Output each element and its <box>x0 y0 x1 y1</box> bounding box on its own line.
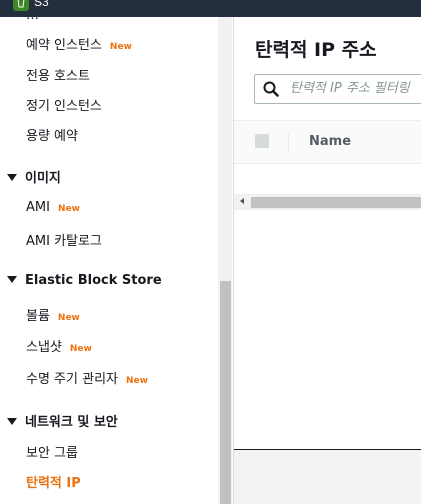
top-navigation-bar: S3 <box>0 0 421 17</box>
page-title: 탄력적 IP 주소 <box>255 39 377 61</box>
scroll-left-arrow-icon[interactable] <box>240 198 244 204</box>
filter-search-box[interactable] <box>254 74 421 104</box>
new-badge: New <box>57 204 80 214</box>
sidebar-item-clipped: … <box>26 17 39 23</box>
sidebar-item-label: 보안 그룹 <box>26 446 78 461</box>
section-network-security[interactable]: 네트워크 및 보안 <box>7 411 118 430</box>
sidebar-item-elastic-ips[interactable]: 탄력적 IP <box>26 472 81 491</box>
caret-down-icon <box>7 418 17 425</box>
section-title: 네트워크 및 보안 <box>25 415 118 430</box>
sidebar-item-label: 용량 예약 <box>26 129 78 144</box>
sidebar-item-reserved-instances[interactable]: 예약 인스턴스 New <box>26 34 132 53</box>
select-all-checkbox[interactable] <box>255 134 269 148</box>
search-input[interactable] <box>290 81 421 96</box>
sidebar-item-label: 예약 인스턴스 <box>26 38 102 53</box>
sidebar-item-security-groups[interactable]: 보안 그룹 <box>26 442 78 461</box>
sidebar-item-capacity-reservations[interactable]: 용량 예약 <box>26 125 78 144</box>
sidebar-item-volumes[interactable]: 볼륨 New <box>26 305 80 324</box>
sidebar-item-label: AMI <box>26 200 50 215</box>
sidebar-item-scheduled-instances[interactable]: 정기 인스턴스 <box>26 95 102 114</box>
section-images[interactable]: 이미지 <box>7 167 61 186</box>
new-badge: New <box>57 313 80 323</box>
content-bottom-border <box>234 449 421 450</box>
section-title: Elastic Block Store <box>25 273 162 288</box>
sidebar-item-label: 정기 인스턴스 <box>26 99 102 114</box>
horizontal-scrollbar-thumb[interactable] <box>251 197 421 208</box>
sidebar-item-label: 탄력적 IP <box>26 476 81 491</box>
table-body <box>234 164 421 194</box>
service-shortcut-label[interactable]: S3 <box>34 0 49 9</box>
sidebar-item-label: 수명 주기 관리자 <box>26 372 118 387</box>
sidebar-item-lifecycle-manager[interactable]: 수명 주기 관리자 New <box>26 368 148 387</box>
sidebar-item-label: 전용 호스트 <box>26 69 90 84</box>
caret-down-icon <box>7 276 17 283</box>
sidebar-item-label: AMI 카탈로그 <box>26 234 102 249</box>
column-divider <box>288 132 289 152</box>
sidebar-scrollbar-thumb[interactable] <box>220 281 231 504</box>
sidebar-item-snapshots[interactable]: 스냅샷 New <box>26 336 92 355</box>
sidebar-item-ami-catalog[interactable]: AMI 카탈로그 <box>26 230 102 249</box>
s3-service-icon[interactable] <box>13 0 29 11</box>
sidebar-item-ami[interactable]: AMI New <box>26 200 80 215</box>
sidebar-item-label: 스냅샷 <box>26 340 62 355</box>
section-title: 이미지 <box>25 171 61 186</box>
column-header-name[interactable]: Name <box>309 134 351 149</box>
new-badge: New <box>69 344 92 354</box>
new-badge: New <box>109 42 132 52</box>
sidebar-item-label: 볼륨 <box>26 309 50 324</box>
section-elastic-block-store[interactable]: Elastic Block Store <box>7 273 162 288</box>
new-badge: New <box>126 376 148 386</box>
sidebar-item-dedicated-hosts[interactable]: 전용 호스트 <box>26 65 90 84</box>
search-icon <box>263 81 279 97</box>
sidebar-navigation: … 예약 인스턴스 New 전용 호스트 정기 인스턴스 용량 예약 이미지 AM… <box>0 17 233 504</box>
caret-down-icon <box>7 174 17 181</box>
